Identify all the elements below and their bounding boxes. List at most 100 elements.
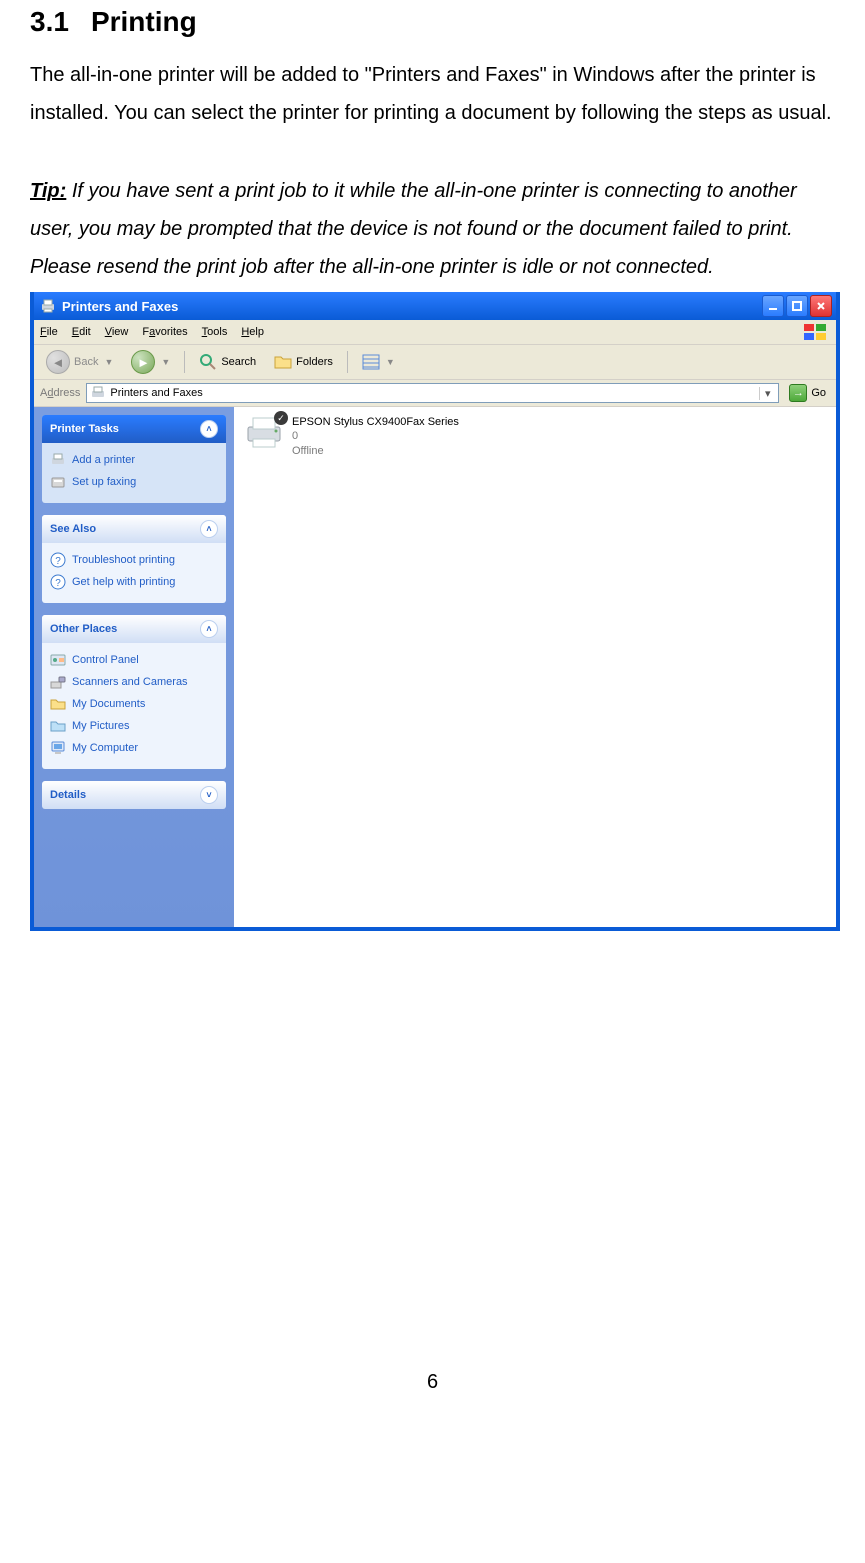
- go-button[interactable]: → Go: [785, 384, 830, 402]
- see-also-panel: See Also ˄ ? Troubleshoot printing ? Get…: [42, 515, 226, 603]
- menu-favorites[interactable]: Favorites: [142, 326, 187, 338]
- control-panel-link[interactable]: Control Panel: [50, 649, 218, 671]
- folder-icon: [50, 696, 66, 712]
- folders-label: Folders: [296, 356, 333, 368]
- expand-icon[interactable]: ˅: [200, 786, 218, 804]
- address-field[interactable]: Printers and Faxes ▾: [86, 383, 779, 403]
- link-label: Get help with printing: [72, 576, 175, 588]
- windows-flag-icon: [802, 322, 830, 342]
- printer-large-icon: ✓: [244, 415, 284, 449]
- panel-header[interactable]: Details ˅: [42, 781, 226, 809]
- chevron-down-icon: ▼: [386, 357, 395, 367]
- views-button[interactable]: ▼: [356, 351, 401, 373]
- back-label: Back: [74, 356, 98, 368]
- panel-title: Details: [50, 789, 86, 801]
- close-button[interactable]: [810, 295, 832, 317]
- printers-icon: [90, 385, 106, 401]
- menu-help[interactable]: Help: [241, 326, 264, 338]
- control-panel-icon: [50, 652, 66, 668]
- default-check-icon: ✓: [274, 411, 288, 425]
- panel-header[interactable]: Other Places ˄: [42, 615, 226, 643]
- get-help-link[interactable]: ? Get help with printing: [50, 571, 218, 593]
- my-pictures-link[interactable]: My Pictures: [50, 715, 218, 737]
- menu-tools[interactable]: Tools: [202, 326, 228, 338]
- link-label: Control Panel: [72, 654, 139, 666]
- link-label: Add a printer: [72, 454, 135, 466]
- menu-file[interactable]: File: [40, 326, 58, 338]
- go-arrow-icon: →: [789, 384, 807, 402]
- folders-button[interactable]: Folders: [268, 351, 339, 373]
- back-arrow-icon: ◄: [46, 350, 70, 374]
- views-icon: [362, 353, 380, 371]
- forward-button[interactable]: ► ▼: [125, 348, 176, 376]
- address-value: Printers and Faxes: [110, 387, 202, 399]
- tip-text: If you have sent a print job to it while…: [30, 180, 797, 278]
- search-label: Search: [221, 356, 256, 368]
- section-heading: 3.1Printing: [30, 6, 835, 38]
- pictures-icon: [50, 718, 66, 734]
- my-documents-link[interactable]: My Documents: [50, 693, 218, 715]
- toolbar-separator: [184, 351, 185, 373]
- toolbar: ◄ Back ▼ ► ▼ Search Folders ▼: [34, 345, 836, 380]
- scanner-camera-icon: [50, 674, 66, 690]
- scanners-cameras-link[interactable]: Scanners and Cameras: [50, 671, 218, 693]
- collapse-icon[interactable]: ˄: [200, 620, 218, 638]
- computer-icon: [50, 740, 66, 756]
- panel-header[interactable]: See Also ˄: [42, 515, 226, 543]
- other-places-panel: Other Places ˄ Control Panel Scanners an…: [42, 615, 226, 769]
- collapse-icon[interactable]: ˄: [200, 420, 218, 438]
- svg-text:?: ?: [55, 556, 61, 567]
- address-dropdown-icon[interactable]: ▾: [759, 387, 775, 400]
- panel-header[interactable]: Printer Tasks ˄: [42, 415, 226, 443]
- go-label: Go: [811, 387, 826, 399]
- tip-label: Tip:: [30, 180, 66, 202]
- page-number: 6: [30, 1371, 835, 1394]
- maximize-button[interactable]: [786, 295, 808, 317]
- address-label: Address: [40, 387, 80, 399]
- help-icon: ?: [50, 552, 66, 568]
- tip-paragraph: Tip: If you have sent a print job to it …: [30, 172, 835, 286]
- panel-title: Other Places: [50, 623, 117, 635]
- printer-name: EPSON Stylus CX9400Fax Series: [292, 415, 459, 429]
- menubar: File Edit View Favorites Tools Help: [34, 320, 836, 345]
- window-title: Printers and Faxes: [62, 299, 178, 314]
- intro-paragraph: The all-in-one printer will be added to …: [30, 56, 835, 132]
- forward-arrow-icon: ►: [131, 350, 155, 374]
- troubleshoot-link[interactable]: ? Troubleshoot printing: [50, 549, 218, 571]
- printer-status: Offline: [292, 444, 459, 458]
- svg-text:?: ?: [55, 578, 61, 589]
- fax-icon: [50, 474, 66, 490]
- client-area: Printer Tasks ˄ Add a printer Set up fax…: [34, 407, 836, 927]
- folders-icon: [274, 353, 292, 371]
- collapse-icon[interactable]: ˄: [200, 520, 218, 538]
- section-title: Printing: [91, 6, 197, 37]
- link-label: Scanners and Cameras: [72, 676, 188, 688]
- link-label: My Pictures: [72, 720, 129, 732]
- window-buttons: [762, 295, 832, 317]
- link-label: Set up faxing: [72, 476, 136, 488]
- my-computer-link[interactable]: My Computer: [50, 737, 218, 759]
- printer-queue: 0: [292, 429, 459, 443]
- minimize-button[interactable]: [762, 295, 784, 317]
- help-icon: ?: [50, 574, 66, 590]
- add-printer-link[interactable]: Add a printer: [50, 449, 218, 471]
- taskpane: Printer Tasks ˄ Add a printer Set up fax…: [34, 407, 234, 927]
- titlebar[interactable]: Printers and Faxes: [34, 292, 836, 320]
- printers-faxes-window: Printers and Faxes File Edit View Favori…: [30, 292, 840, 931]
- menu-edit[interactable]: Edit: [72, 326, 91, 338]
- printer-item[interactable]: ✓ EPSON Stylus CX9400Fax Series 0 Offlin…: [244, 415, 826, 458]
- search-button[interactable]: Search: [193, 351, 262, 373]
- link-label: My Documents: [72, 698, 145, 710]
- link-label: My Computer: [72, 742, 138, 754]
- menu-view[interactable]: View: [105, 326, 129, 338]
- printer-tasks-panel: Printer Tasks ˄ Add a printer Set up fax…: [42, 415, 226, 503]
- back-button[interactable]: ◄ Back ▼: [40, 348, 119, 376]
- setup-faxing-link[interactable]: Set up faxing: [50, 471, 218, 493]
- printer-label-block: EPSON Stylus CX9400Fax Series 0 Offline: [292, 415, 459, 458]
- content-area[interactable]: ✓ EPSON Stylus CX9400Fax Series 0 Offlin…: [234, 407, 836, 927]
- printer-icon: [50, 452, 66, 468]
- search-icon: [199, 353, 217, 371]
- chevron-down-icon: ▼: [104, 357, 113, 367]
- panel-title: See Also: [50, 523, 96, 535]
- printers-icon: [40, 298, 56, 314]
